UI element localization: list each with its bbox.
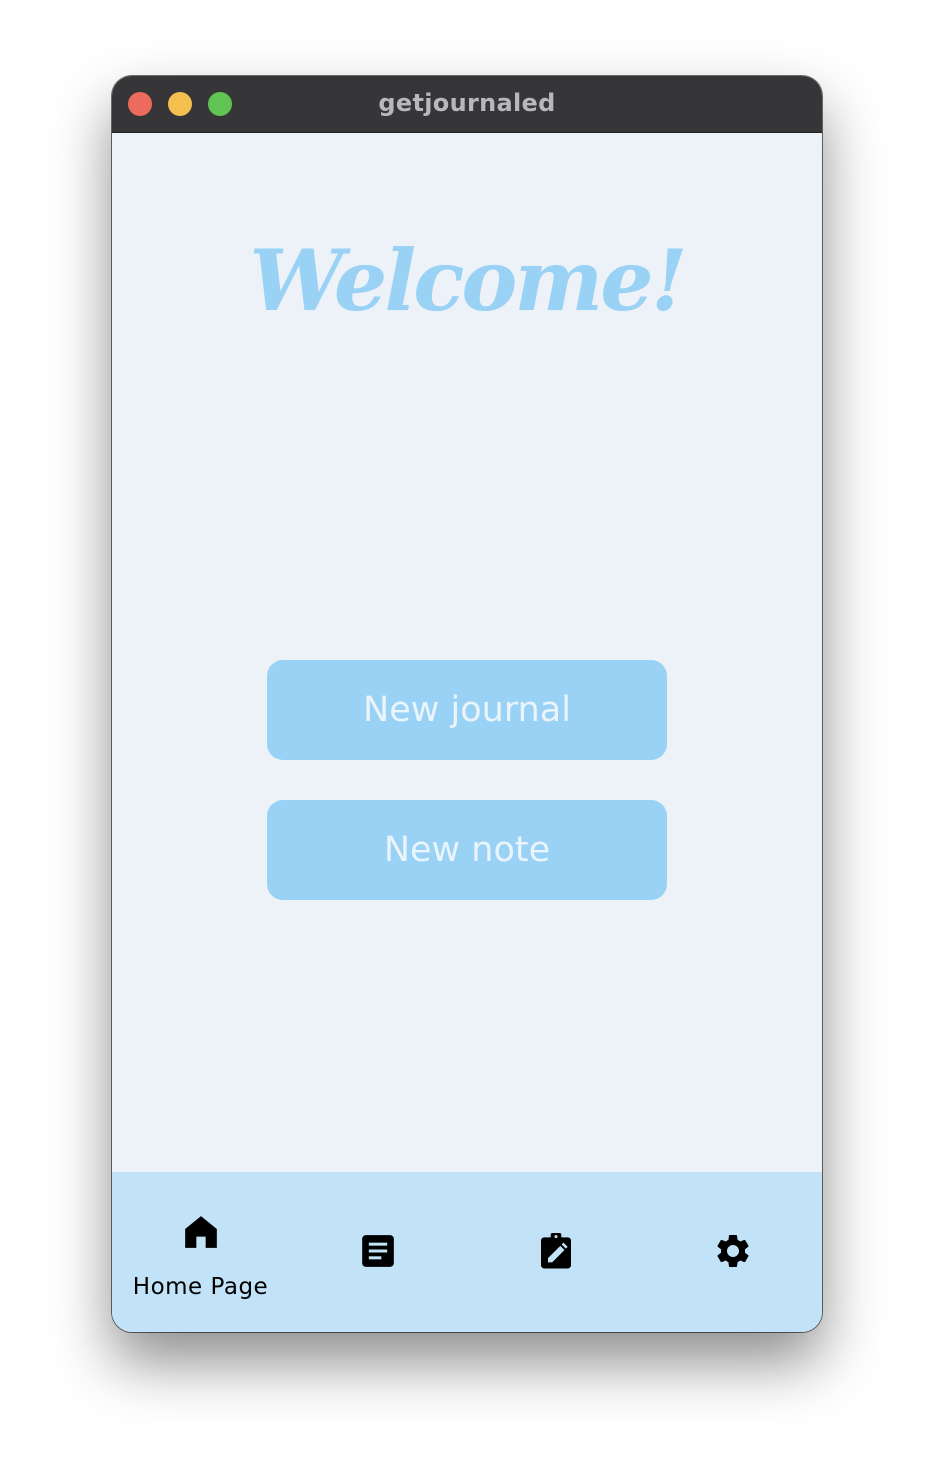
nav-item-tasks[interactable] bbox=[467, 1172, 644, 1332]
nav-item-notes[interactable] bbox=[289, 1172, 466, 1332]
home-page: Welcome! New journal New note bbox=[112, 133, 822, 1172]
clipboard-edit-icon bbox=[540, 1233, 571, 1269]
window-title: getjournaled bbox=[378, 89, 556, 117]
bottom-navigation-bar: Home Page bbox=[112, 1172, 822, 1332]
nav-item-home[interactable]: Home Page bbox=[112, 1172, 289, 1332]
welcome-heading: Welcome! bbox=[249, 231, 687, 330]
new-note-button[interactable]: New note bbox=[267, 800, 667, 900]
app-window: getjournaled Welcome! New journal New no… bbox=[112, 76, 822, 1332]
nav-item-label: Home Page bbox=[132, 1274, 269, 1300]
notes-icon bbox=[361, 1235, 394, 1267]
home-icon bbox=[184, 1216, 217, 1248]
new-journal-button[interactable]: New journal bbox=[267, 660, 667, 760]
gear-icon bbox=[716, 1235, 749, 1267]
title-bar[interactable]: getjournaled bbox=[112, 76, 822, 133]
nav-item-settings[interactable] bbox=[644, 1172, 821, 1332]
